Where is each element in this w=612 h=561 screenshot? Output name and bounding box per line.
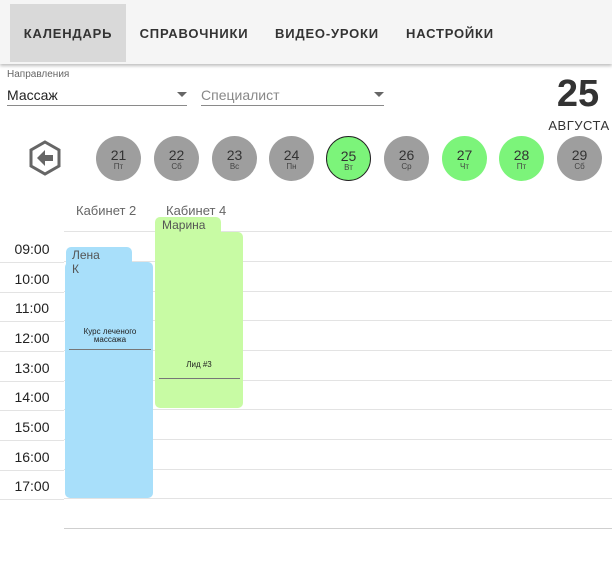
tab-directories[interactable]: СПРАВОЧНИКИ [132,4,256,62]
specialist-select[interactable]: Специалист [201,84,384,106]
tab-calendar[interactable]: КАЛЕНДАРЬ [10,4,126,62]
time-label: 14:00 [14,389,50,405]
time-label: 15:00 [14,419,50,435]
day-weekday: Вс [229,162,240,171]
room-header: Кабинет 2 [76,203,137,218]
appointment-divider [69,349,151,350]
day-number: 27 [456,147,473,163]
time-label: 11:00 [15,300,49,316]
day-28[interactable]: 28 Пт [499,136,544,181]
chevron-down-icon [374,92,384,97]
day-weekday: Пт [113,162,124,171]
appointment-service: Лид #3 [186,360,212,369]
appointment-body [65,262,153,498]
back-button[interactable] [28,140,62,176]
time-divider [0,381,64,382]
day-number: 23 [226,147,243,163]
day-29[interactable]: 29 Сб [557,136,602,181]
direction-label: Направления [7,69,70,80]
day-27[interactable]: 27 Чт [442,136,487,181]
appointment-specialist: Лена К [72,248,100,276]
day-number: 24 [283,147,300,163]
chevron-down-icon [177,92,187,97]
day-weekday: Вт [344,163,353,172]
time-divider [0,499,64,500]
back-arrow-icon [29,140,61,176]
day-number: 26 [398,147,415,163]
direction-value: Массаж [7,86,58,103]
top-navigation: КАЛЕНДАРЬ СПРАВОЧНИКИ ВИДЕО-УРОКИ НАСТРО… [0,0,612,64]
day-21[interactable]: 21 Пт [96,136,141,181]
appointment-body [155,232,243,408]
current-day: 25 [556,73,600,115]
time-divider [0,321,64,322]
appointment-specialist: Марина [162,218,206,232]
time-label: 16:00 [14,449,50,465]
day-weekday: Пн [286,162,297,171]
day-weekday: Ср [401,162,412,171]
direction-select[interactable]: Массаж [7,84,187,106]
day-26[interactable]: 26 Ср [384,136,429,181]
day-number: 29 [571,147,588,163]
day-number: 28 [513,147,530,163]
room-header: Кабинет 4 [166,203,227,218]
current-month: АВГУСТА [548,118,610,133]
time-divider [0,262,64,263]
day-number: 21 [110,147,127,163]
day-24[interactable]: 24 Пн [269,136,314,181]
day-number: 25 [340,148,357,164]
day-weekday: Сб [574,162,585,171]
tab-settings[interactable]: НАСТРОЙКИ [396,4,504,62]
time-label: 13:00 [14,360,50,376]
day-weekday: Чт [460,162,469,171]
day-number: 22 [168,147,185,163]
specialist-placeholder: Специалист [201,86,280,103]
time-divider [0,410,64,411]
time-divider [0,292,64,293]
day-25[interactable]: 25 Вт [326,136,371,181]
time-label: 17:00 [14,478,50,494]
grid-line [64,231,612,232]
grid-bottom-line [64,528,612,529]
time-label: 09:00 [14,241,50,257]
day-22[interactable]: 22 Сб [154,136,199,181]
grid-line [64,498,612,499]
day-23[interactable]: 23 Вс [212,136,257,181]
day-weekday: Пт [516,162,527,171]
time-divider [0,470,64,471]
appointment-service: Курс леченого массажа [83,327,137,344]
time-label: 12:00 [14,330,50,346]
time-divider [0,351,64,352]
tab-video-lessons[interactable]: ВИДЕО-УРОКИ [264,4,390,62]
day-weekday: Сб [171,162,182,171]
time-divider [0,440,64,441]
appointment-divider [159,378,240,379]
time-label: 10:00 [14,271,50,287]
